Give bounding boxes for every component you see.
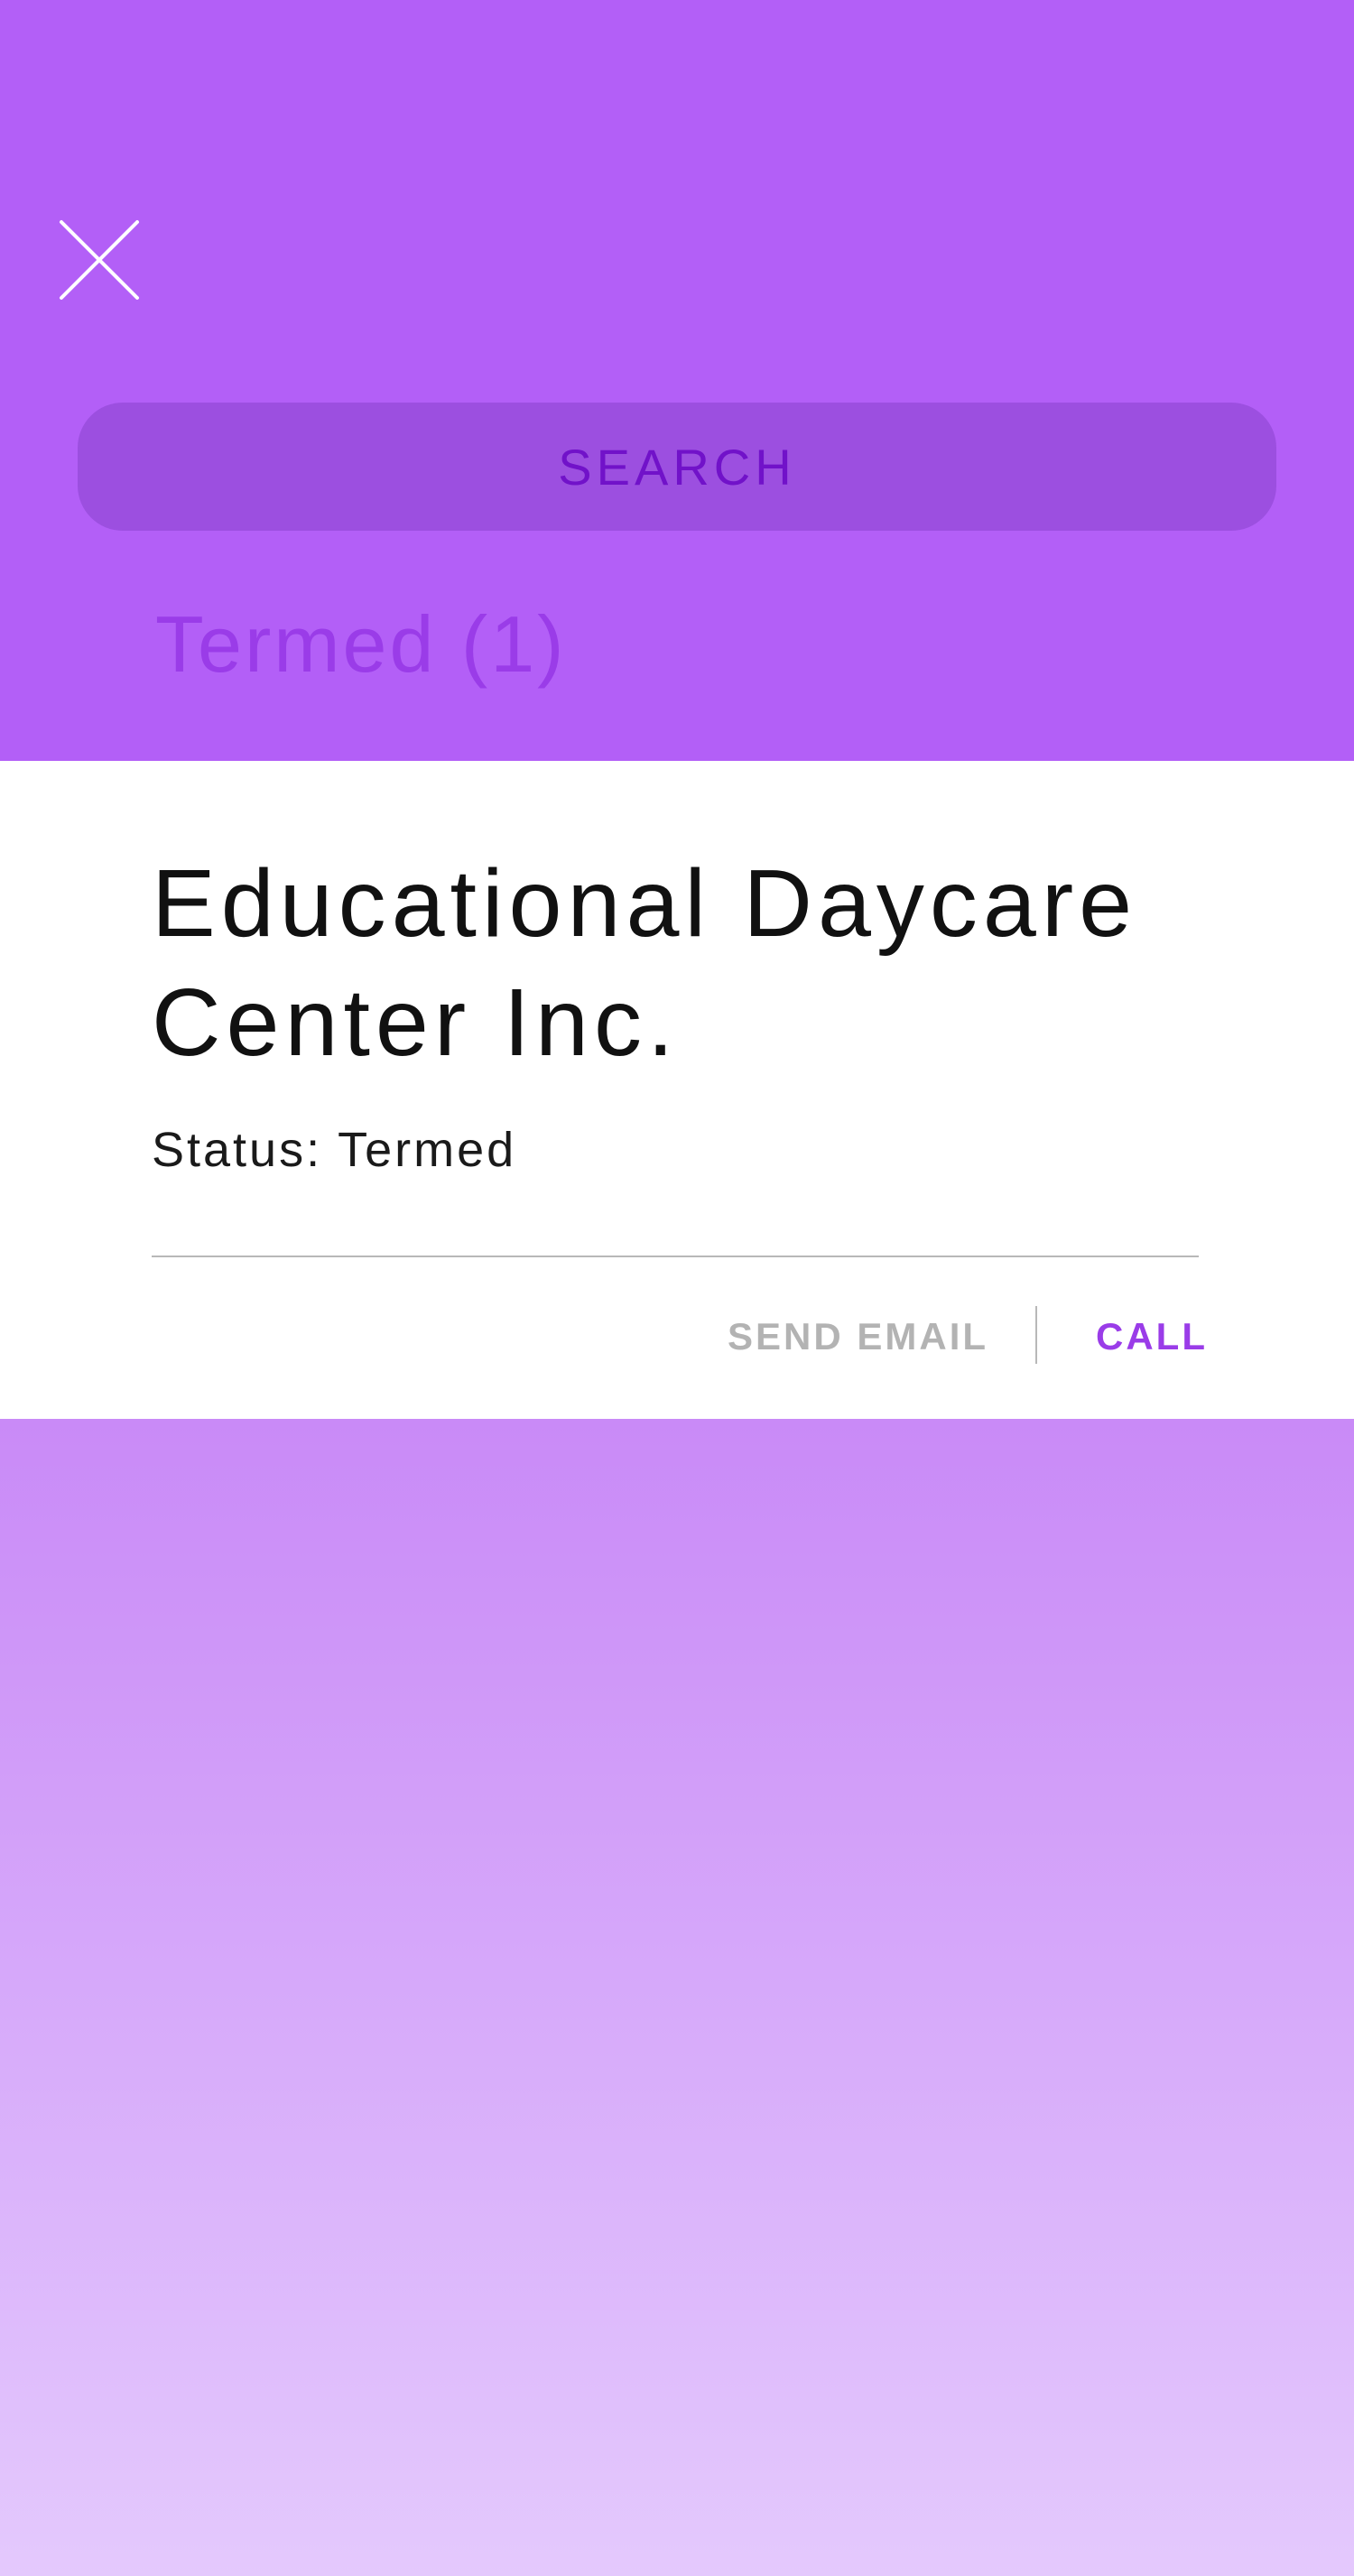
result-card: Educational Daycare Center Inc. Status: … bbox=[0, 761, 1354, 1419]
status-text: Status: Termed bbox=[152, 1123, 517, 1177]
header-panel: SEARCH Termed (1) bbox=[0, 0, 1354, 761]
section-title: Termed (1) bbox=[155, 599, 567, 689]
close-icon bbox=[60, 220, 139, 300]
business-name: Educational Daycare Center Inc. bbox=[152, 850, 1138, 1076]
close-button[interactable] bbox=[58, 218, 141, 301]
send-email-button[interactable]: SEND EMAIL bbox=[728, 1318, 988, 1356]
call-button[interactable]: CALL bbox=[1096, 1318, 1208, 1356]
card-divider bbox=[152, 1256, 1199, 1257]
action-separator bbox=[1035, 1306, 1037, 1364]
search-button[interactable]: SEARCH bbox=[78, 403, 1276, 531]
